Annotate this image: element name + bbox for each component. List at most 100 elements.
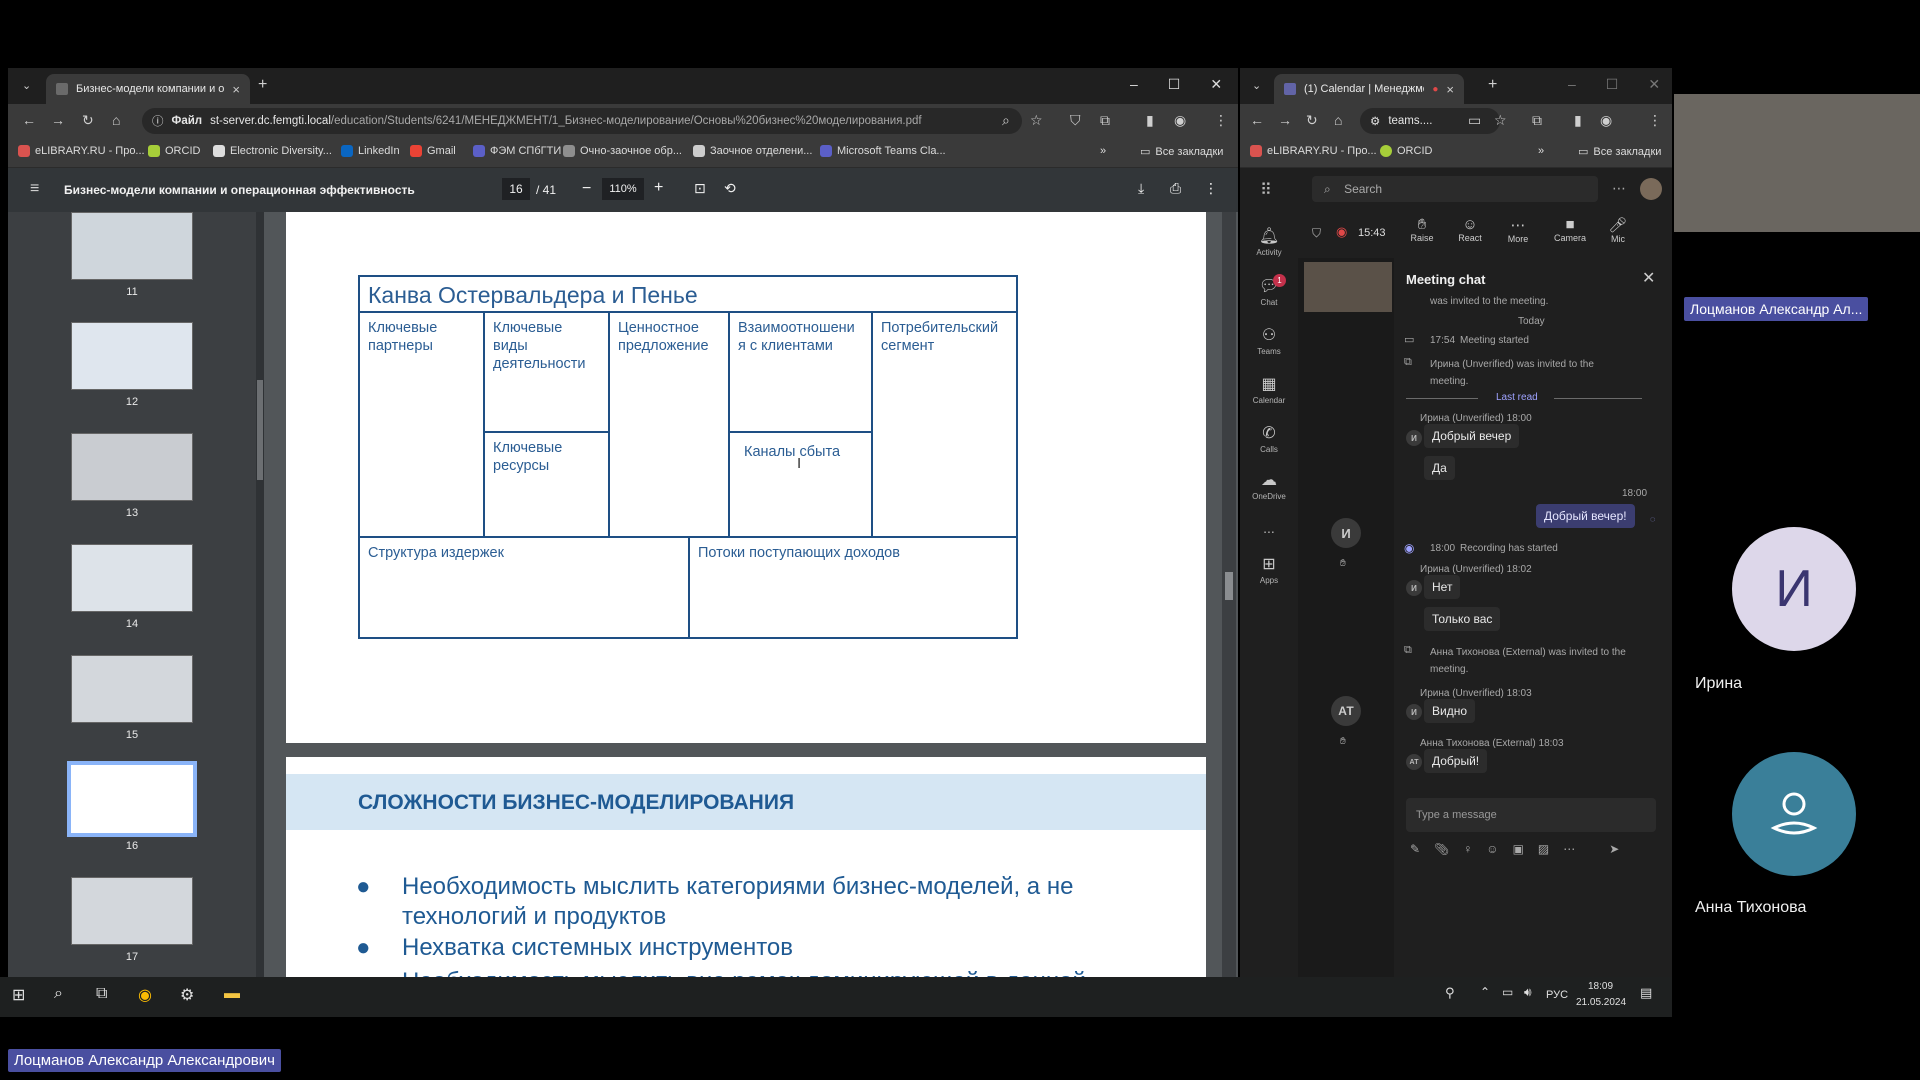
- avatar-anna[interactable]: АТ: [1331, 696, 1361, 726]
- download-icon[interactable]: ⤓: [1138, 180, 1144, 197]
- tab-pdf[interactable]: Бизнес-модели компании и о ×: [46, 74, 250, 104]
- bookmark-item[interactable]: Microsoft Teams Cla...: [820, 145, 946, 157]
- format-icon[interactable]: ✎: [1410, 842, 1420, 856]
- forward-icon[interactable]: →: [51, 112, 65, 128]
- app-icon[interactable]: ⚙: [180, 985, 194, 1005]
- emoji-icon[interactable]: ☺: [1486, 842, 1498, 856]
- bookmarks-overflow[interactable]: »: [1100, 145, 1106, 157]
- tab-teams[interactable]: (1) Calendar | Менеджмен ● ×: [1274, 74, 1464, 104]
- app-launcher-icon[interactable]: ⠿: [1260, 180, 1272, 200]
- tray-up-icon[interactable]: ⌃: [1480, 985, 1490, 999]
- thumbnail-15[interactable]: [71, 655, 193, 723]
- bookmark-star-icon[interactable]: ☆: [1494, 112, 1507, 128]
- mic-button[interactable]: 🎤︎ Mic: [1598, 216, 1638, 244]
- bookmark-item[interactable]: LinkedIn: [341, 145, 400, 157]
- menu-icon[interactable]: ⋮: [1648, 112, 1662, 128]
- zoom-in-icon[interactable]: +: [654, 179, 663, 197]
- pdf-scroll-thumb[interactable]: [1225, 572, 1233, 600]
- close-chat-icon[interactable]: ✕: [1642, 268, 1655, 288]
- bookmark-item[interactable]: Очно-заочное обр...: [563, 145, 682, 157]
- rail-more[interactable]: ...: [1240, 520, 1298, 536]
- back-icon[interactable]: ←: [22, 112, 36, 128]
- notifications-icon[interactable]: ▤: [1640, 985, 1652, 1001]
- cast-icon[interactable]: ▭: [1468, 112, 1481, 128]
- thumbnail-16-active[interactable]: [67, 761, 197, 837]
- clock-date[interactable]: 21.05.2024: [1576, 997, 1626, 1008]
- all-bookmarks[interactable]: ▭ Все закладки: [1578, 145, 1661, 159]
- rotate-icon[interactable]: ⟲: [724, 180, 736, 197]
- more-tools-icon[interactable]: ⋯: [1563, 842, 1575, 856]
- profile-icon[interactable]: ◉: [1600, 112, 1612, 128]
- maximize-icon[interactable]: ☐: [1168, 76, 1181, 93]
- tab-search-icon[interactable]: ⌄: [22, 78, 31, 94]
- forward-icon[interactable]: →: [1278, 112, 1292, 128]
- avatar-irina[interactable]: И: [1331, 518, 1361, 548]
- home-icon[interactable]: ⌂: [1334, 112, 1342, 128]
- rail-calendar[interactable]: ▦ Calendar: [1240, 374, 1298, 405]
- network-icon[interactable]: ⚲: [1445, 985, 1455, 1001]
- react-button[interactable]: ☺ React: [1450, 216, 1490, 243]
- chrome-icon[interactable]: ◉: [138, 985, 152, 1005]
- new-tab-icon[interactable]: +: [258, 77, 267, 93]
- compose-box[interactable]: Type a message: [1406, 798, 1656, 832]
- rail-onedrive[interactable]: ☁ OneDrive: [1240, 470, 1298, 501]
- start-icon[interactable]: ⊞: [12, 985, 25, 1005]
- bookmark-item[interactable]: Electronic Diversity...: [213, 145, 332, 157]
- teams-search[interactable]: ⌕ Search: [1312, 176, 1598, 202]
- bookmark-star-icon[interactable]: ☆: [1030, 112, 1043, 128]
- pdf-menu-icon[interactable]: ≡: [30, 181, 39, 197]
- close-tab-icon[interactable]: ×: [1446, 82, 1454, 97]
- file-explorer-icon[interactable]: ▬: [224, 985, 240, 1003]
- thumbnail-scroll-thumb[interactable]: [257, 380, 263, 480]
- print-icon[interactable]: ⎙: [1170, 180, 1181, 197]
- sidepanel-icon[interactable]: ▮: [1146, 112, 1154, 128]
- pdf-more-icon[interactable]: ⋮: [1204, 180, 1218, 197]
- language[interactable]: РУС: [1546, 989, 1568, 1001]
- rail-activity[interactable]: 🔔︎ Activity: [1240, 226, 1298, 257]
- send-icon[interactable]: ➤: [1609, 842, 1619, 856]
- bookmark-elibrary[interactable]: eLIBRARY.RU - Про...: [1250, 145, 1377, 157]
- thumbnail-13[interactable]: [71, 433, 193, 501]
- attach-icon[interactable]: 📎︎: [1434, 842, 1449, 856]
- page-number-input[interactable]: 16: [502, 178, 530, 200]
- thumbnail-11[interactable]: [71, 212, 193, 280]
- minimize-icon[interactable]: –: [1130, 76, 1138, 93]
- gif-icon[interactable]: ▣: [1513, 842, 1524, 856]
- all-bookmarks[interactable]: ▭ Все закладки: [1140, 145, 1223, 159]
- thumbnail-17[interactable]: [71, 877, 193, 945]
- menu-icon[interactable]: ⋮: [1214, 112, 1228, 128]
- extensions-icon[interactable]: ⧉: [1100, 112, 1110, 128]
- close-tab-icon[interactable]: ×: [232, 82, 240, 97]
- zoom-out-icon[interactable]: −: [582, 180, 591, 198]
- bookmark-item[interactable]: Gmail: [410, 145, 456, 157]
- clock-time[interactable]: 18:09: [1588, 981, 1613, 992]
- task-view-icon[interactable]: ⧉: [96, 985, 107, 1003]
- volume-icon[interactable]: 🔊︎: [1524, 985, 1532, 1000]
- bookmark-item[interactable]: ФЭМ СПбГТИ: [473, 145, 561, 157]
- maximize-icon[interactable]: ☐: [1606, 76, 1619, 93]
- bookmark-orcid[interactable]: ORCID: [1380, 145, 1432, 157]
- new-tab-icon[interactable]: +: [1488, 77, 1497, 93]
- shield-icon[interactable]: ⛉: [1070, 112, 1081, 128]
- camera-button[interactable]: ■ Camera: [1550, 216, 1590, 243]
- zoom-icon[interactable]: ⌕: [1002, 112, 1010, 128]
- fit-page-icon[interactable]: ⊡: [694, 180, 706, 197]
- thumbnail-14[interactable]: [71, 544, 193, 612]
- extensions-icon[interactable]: ⧉: [1532, 112, 1542, 128]
- loop-icon[interactable]: ♀: [1463, 842, 1472, 856]
- search-icon[interactable]: ⌕: [54, 985, 63, 1003]
- thumbnail-scrollbar[interactable]: [256, 212, 264, 977]
- reload-icon[interactable]: ↻: [1306, 112, 1318, 128]
- home-icon[interactable]: ⌂: [112, 112, 120, 128]
- raise-hand-button[interactable]: ✋︎ Raise: [1402, 216, 1442, 243]
- address-bar[interactable]: ⓘ Файл st-server.dc.femgti.local/educati…: [142, 108, 1022, 134]
- bookmark-item[interactable]: eLIBRARY.RU - Про...: [18, 145, 145, 157]
- sidepanel-icon[interactable]: ▮: [1574, 112, 1582, 128]
- minimize-icon[interactable]: –: [1568, 76, 1576, 93]
- bookmarks-overflow[interactable]: »: [1538, 145, 1544, 157]
- tab-search-icon[interactable]: ⌄: [1252, 78, 1261, 94]
- bookmark-item[interactable]: ORCID: [148, 145, 200, 157]
- reload-icon[interactable]: ↻: [82, 112, 94, 128]
- close-window-icon[interactable]: ✕: [1210, 76, 1222, 93]
- back-icon[interactable]: ←: [1250, 112, 1264, 128]
